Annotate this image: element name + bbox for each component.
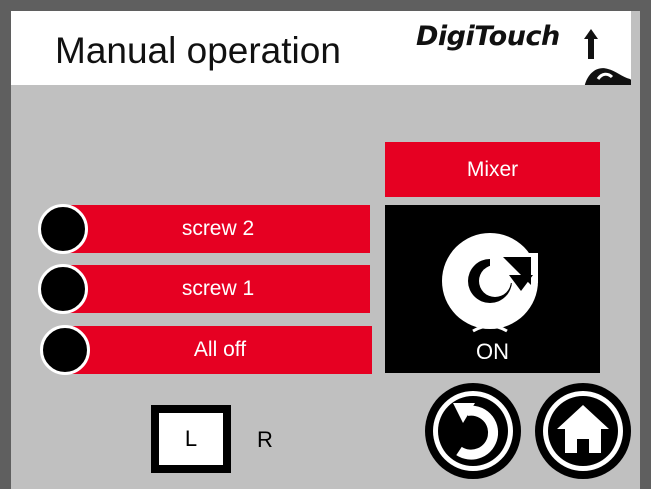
back-arrow-icon <box>425 383 521 479</box>
mixer-toggle-button[interactable]: ON <box>385 205 600 373</box>
logo-text: DigiTouch <box>416 21 560 52</box>
logo-hand-icon <box>584 29 631 85</box>
header-bar: Manual operation DigiTouch <box>11 11 631 85</box>
digitouch-logo: DigiTouch <box>406 11 631 85</box>
mixer-status: ON <box>476 339 509 364</box>
page-title: Manual operation <box>55 30 341 71</box>
direction-left-button[interactable]: L <box>151 405 231 473</box>
direction-right-label[interactable]: R <box>257 427 273 453</box>
screw-1-indicator <box>38 264 88 314</box>
home-button[interactable] <box>533 381 633 481</box>
home-icon <box>535 383 631 479</box>
back-button[interactable] <box>423 381 523 481</box>
screw-2-indicator <box>38 204 88 254</box>
direction-left-label: L <box>159 413 223 465</box>
all-off-indicator <box>40 325 90 375</box>
all-off-button[interactable]: All off <box>68 326 372 374</box>
mixer-label: Mixer <box>385 142 600 197</box>
screw-2-button[interactable]: screw 2 <box>66 205 370 253</box>
screw-1-button[interactable]: screw 1 <box>66 265 370 313</box>
